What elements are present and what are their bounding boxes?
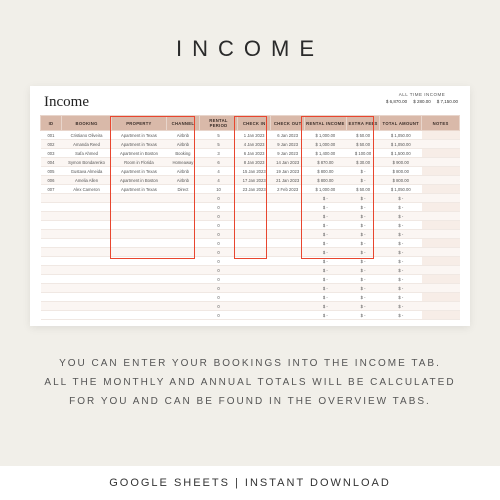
description-text: YOU CAN ENTER YOUR BOOKINGS INTO THE INC… [0, 326, 500, 411]
column-header: CHANNEL [166, 116, 200, 131]
table-row: 004Symon BondarenkoRoom in FloridaHomeaw… [41, 158, 460, 167]
summary-label: ALL TIME INCOME [386, 92, 458, 97]
table-row: 0$ -$ -$ - [41, 257, 460, 266]
column-header: NOTES [422, 116, 460, 131]
table-row: 0$ -$ -$ - [41, 221, 460, 230]
table-row: 0$ -$ -$ - [41, 302, 460, 311]
spreadsheet-preview: Income ALL TIME INCOME $ 6,870.00 $ 280.… [30, 86, 470, 326]
table-row: 0$ -$ -$ - [41, 194, 460, 203]
table-row: 0$ -$ -$ - [41, 266, 460, 275]
column-header: RENTAL PERIOD [200, 116, 238, 131]
column-header: ID [41, 116, 62, 131]
table-row: 005Gustava AlmeidaApartment in TexasAirb… [41, 167, 460, 176]
table-row: 0$ -$ -$ - [41, 275, 460, 284]
table-row: 0$ -$ -$ - [41, 212, 460, 221]
column-header: TOTAL AMOUNT [380, 116, 422, 131]
table-row: 007Alex CameronApartment in TexasDirect1… [41, 185, 460, 194]
table-row: 001Cristiano OliveiraApartment in TexasA… [41, 131, 460, 140]
column-header: CHECK OUT [271, 116, 305, 131]
table-row: 0$ -$ -$ - [41, 203, 460, 212]
table-row: 0$ -$ -$ - [41, 284, 460, 293]
table-row: 003Safa AhmedApartment in BostonBooking3… [41, 149, 460, 158]
all-time-summary: ALL TIME INCOME $ 6,870.00 $ 280.00 $ 7,… [386, 92, 458, 104]
income-table: IDBOOKINGPROPERTYCHANNELRENTAL PERIODCHE… [40, 115, 460, 320]
table-row: 0$ -$ -$ - [41, 248, 460, 257]
page-title: INCOME [0, 0, 500, 86]
summary-values: $ 6,870.00 $ 280.00 $ 7,150.00 [386, 99, 458, 104]
table-row: 0$ -$ -$ - [41, 230, 460, 239]
column-header: RENTAL INCOME [304, 116, 346, 131]
column-header: EXTRA FEES [346, 116, 380, 131]
column-header: PROPERTY [112, 116, 166, 131]
column-header: CHECK IN [237, 116, 271, 131]
footer-label: GOOGLE SHEETS | INSTANT DOWNLOAD [0, 466, 500, 500]
table-row: 0$ -$ -$ - [41, 239, 460, 248]
table-row: 002Amanda ReedApartment in TexasAirbnb54… [41, 140, 460, 149]
column-header: BOOKING [61, 116, 111, 131]
table-row: 0$ -$ -$ - [41, 311, 460, 320]
table-row: 006Amelia AllenApartment in BostonAirbnb… [41, 176, 460, 185]
table-row: 0$ -$ -$ - [41, 293, 460, 302]
